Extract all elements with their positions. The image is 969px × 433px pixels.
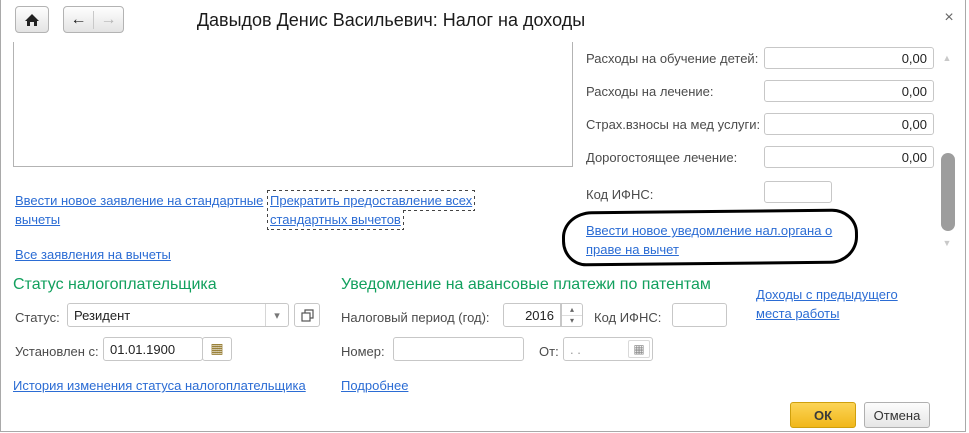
field-label-treatment: Расходы на лечение:	[586, 84, 714, 99]
patent-section-header: Уведомление на авансовые платежи по пате…	[341, 276, 711, 293]
field-label-ifns-code: Код ИФНС:	[586, 187, 654, 202]
forward-button[interactable]: →	[94, 11, 123, 29]
history-nav-group: ← →	[63, 6, 124, 33]
spinner-down-icon: ▾	[569, 316, 574, 326]
field-label-expensive-treatment: Дорогостоящее лечение:	[586, 150, 738, 165]
notice-number-label: Номер:	[341, 344, 385, 359]
status-date-field[interactable]: 01.01.1900	[103, 337, 203, 361]
deductions-list[interactable]	[13, 42, 573, 167]
med-insurance-field[interactable]: 0,00	[764, 113, 934, 135]
field-label-education: Расходы на обучение детей:	[586, 51, 759, 66]
education-expenses-field[interactable]: 0,00	[764, 47, 934, 69]
notice-number-field[interactable]	[393, 337, 524, 361]
cancel-button[interactable]: Отмена	[864, 402, 930, 428]
close-button[interactable]: ×	[939, 8, 959, 28]
scroll-up-icon: ▲	[942, 53, 952, 63]
status-label: Статус:	[15, 310, 60, 325]
set-from-label: Установлен с:	[15, 344, 99, 359]
calendar-icon: ▦	[210, 341, 224, 357]
home-icon	[24, 13, 40, 27]
previous-income-link[interactable]: Доходы с предыдущего места работы	[756, 285, 916, 323]
status-value: Резидент	[74, 307, 131, 323]
patent-details-link[interactable]: Подробнее	[341, 376, 408, 395]
forward-arrow-icon: →	[100, 10, 117, 28]
stop-all-deductions-label: Прекратить предоставление всех стандартн…	[266, 190, 476, 230]
tax-period-label: Налоговый период (год):	[341, 310, 490, 325]
scrollbar-thumb[interactable]	[941, 153, 955, 231]
ok-button[interactable]: ОК	[790, 402, 856, 428]
status-history-link[interactable]: История изменения статуса налогоплательщ…	[13, 376, 306, 395]
scroll-up-button[interactable]: ▲	[938, 53, 956, 63]
chevron-down-icon: ▾	[274, 309, 280, 322]
patent-ifns-field[interactable]	[672, 303, 727, 327]
notice-date-placeholder: . .	[570, 341, 581, 357]
notice-date-calendar-button[interactable]: ▦	[628, 340, 650, 358]
calendar-icon: ▦	[633, 342, 645, 356]
new-tax-notice-link[interactable]: Ввести новое уведомление нал.органа о пр…	[586, 221, 856, 259]
dialog-title: Давыдов Денис Васильевич: Налог на доход…	[196, 10, 586, 30]
status-combobox[interactable]: Резидент ▾	[67, 303, 289, 327]
new-standard-deduction-link[interactable]: Ввести новое заявление на стандартные вы…	[15, 191, 277, 229]
scroll-down-icon: ▼	[942, 238, 952, 248]
status-open-button[interactable]	[294, 303, 320, 327]
spinner-up-icon: ▴	[569, 304, 574, 314]
spinner-down-button[interactable]: ▾	[562, 316, 582, 327]
stop-all-deductions-link[interactable]: Прекратить предоставление всех стандартн…	[266, 190, 510, 230]
income-tax-dialog: ← → Давыдов Денис Васильевич: Налог на д…	[0, 0, 966, 432]
close-icon: ×	[944, 9, 954, 26]
notice-date-label: От:	[539, 344, 559, 359]
status-date-calendar-button[interactable]: ▦	[202, 337, 232, 361]
home-button[interactable]	[15, 6, 49, 33]
back-button[interactable]: ←	[64, 10, 94, 29]
spinner-up-button[interactable]: ▴	[562, 304, 582, 316]
open-form-icon	[300, 308, 314, 322]
patent-ifns-label: Код ИФНС:	[594, 310, 662, 325]
ifns-code-field[interactable]	[764, 181, 832, 203]
status-section-header: Статус налогоплательщика	[13, 276, 217, 293]
all-deduction-applications-link[interactable]: Все заявления на вычеты	[15, 245, 171, 264]
field-label-med-insurance: Страх.взносы на мед услуги:	[586, 117, 761, 132]
status-dropdown-button[interactable]: ▾	[265, 304, 288, 326]
tax-period-field[interactable]: 2016	[503, 303, 561, 327]
notice-date-field[interactable]: . . ▦	[563, 337, 653, 361]
back-arrow-icon: ←	[70, 10, 87, 28]
expensive-treatment-field[interactable]: 0,00	[764, 146, 934, 168]
treatment-expenses-field[interactable]: 0,00	[764, 80, 934, 102]
scroll-down-button[interactable]: ▼	[938, 238, 956, 248]
tax-period-spinner: ▴ ▾	[561, 303, 583, 327]
